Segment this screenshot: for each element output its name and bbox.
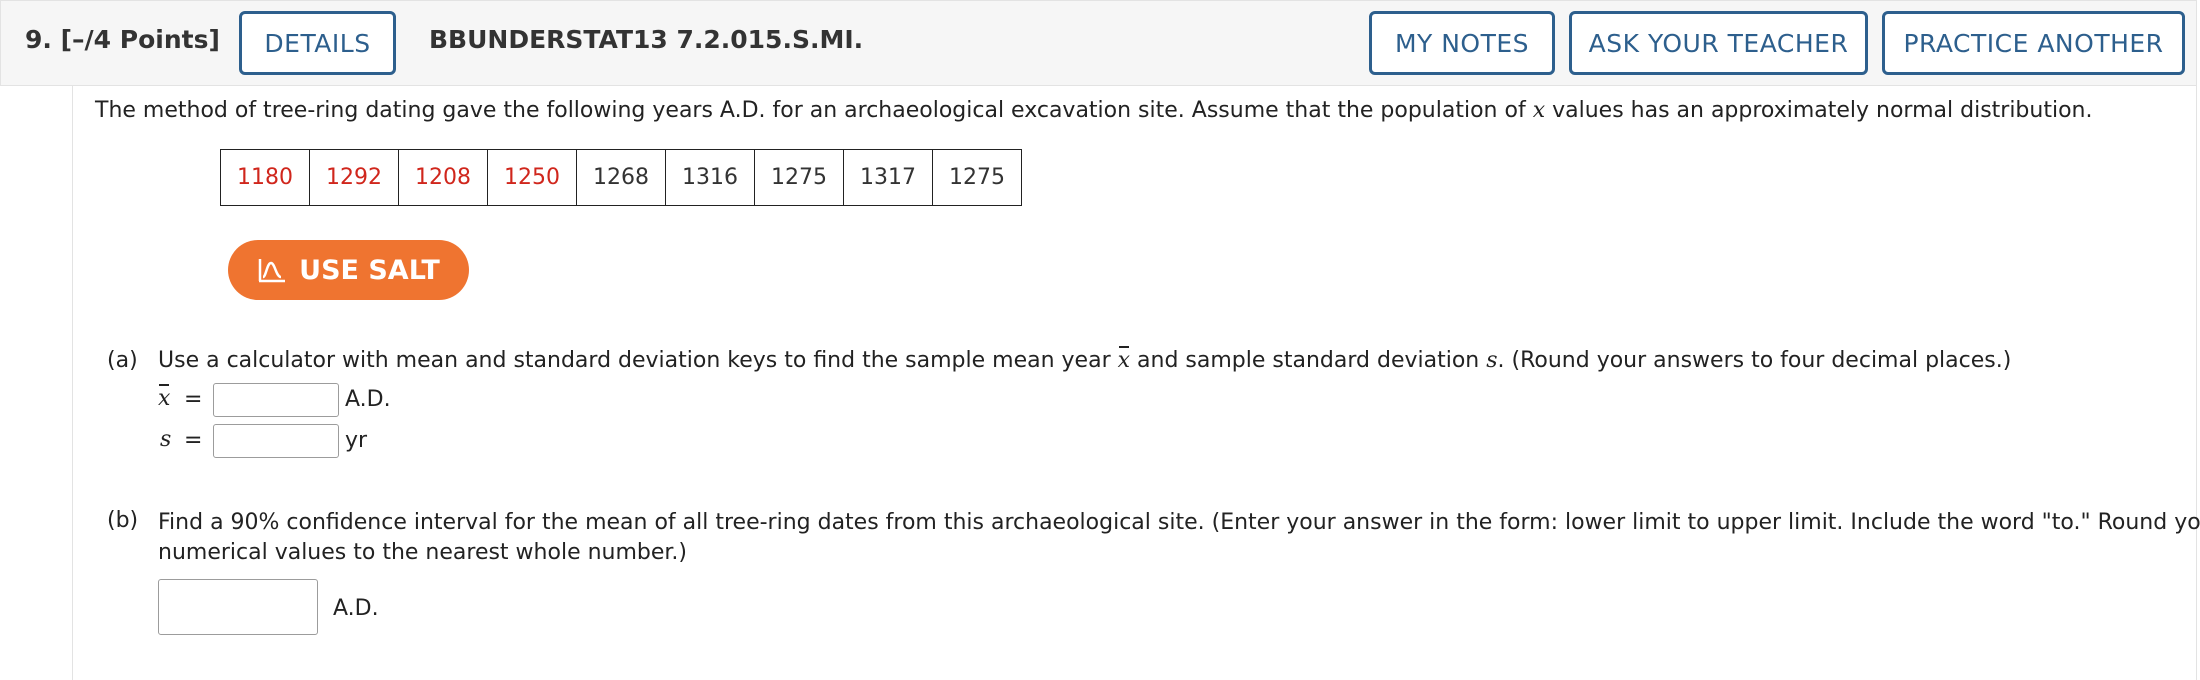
data-cell: 1316	[665, 149, 755, 206]
part-b-label: (b)	[107, 508, 139, 533]
part-a-instructions: Use a calculator with mean and standard …	[158, 346, 2012, 373]
x-bar-label: x	[158, 384, 171, 411]
confidence-interval-unit: A.D.	[333, 596, 379, 621]
s-unit: yr	[345, 428, 368, 453]
data-cell: 1268	[576, 149, 666, 206]
confidence-interval-input[interactable]	[158, 579, 318, 635]
x-bar-equals: =	[184, 387, 203, 412]
question-header: 9. [–/4 Points] DETAILS BBUNDERSTAT13 7.…	[0, 0, 2197, 86]
use-salt-label: USE SALT	[299, 254, 440, 286]
use-salt-button[interactable]: USE SALT	[228, 240, 469, 300]
data-cell: 1208	[398, 149, 488, 206]
data-cell: 1275	[754, 149, 844, 206]
my-notes-button[interactable]: MY NOTES	[1369, 11, 1555, 75]
data-cell: 1292	[309, 149, 399, 206]
practice-another-button[interactable]: PRACTICE ANOTHER	[1882, 11, 2185, 75]
part-b-instructions: Find a 90% confidence interval for the m…	[158, 510, 2200, 565]
tree-ring-data-table: 1180 1292 1208 1250 1268 1316 1275 1317 …	[220, 149, 1022, 206]
s-input[interactable]	[213, 424, 339, 458]
ask-your-teacher-button[interactable]: ASK YOUR TEACHER	[1569, 11, 1868, 75]
question-number: 9. [–/4 Points]	[25, 25, 220, 54]
problem-statement: The method of tree-ring dating gave the …	[95, 98, 2093, 123]
x-bar-unit: A.D.	[345, 387, 391, 412]
question-id: BBUNDERSTAT13 7.2.015.S.MI.	[429, 25, 864, 54]
data-cell: 1275	[932, 149, 1022, 206]
salt-chart-icon	[257, 257, 287, 283]
data-cell: 1317	[843, 149, 933, 206]
x-bar-input[interactable]	[213, 383, 339, 417]
x-bar-symbol: x	[1117, 346, 1131, 373]
details-button[interactable]: DETAILS	[239, 11, 396, 75]
s-label: s	[160, 427, 172, 452]
data-cell: 1250	[487, 149, 577, 206]
s-equals: =	[184, 428, 203, 453]
part-a-label: (a)	[107, 348, 138, 373]
table-row: 1180 1292 1208 1250 1268 1316 1275 1317 …	[220, 149, 1022, 206]
data-cell: 1180	[220, 149, 310, 206]
question-points: [–/4 Points]	[60, 25, 220, 54]
